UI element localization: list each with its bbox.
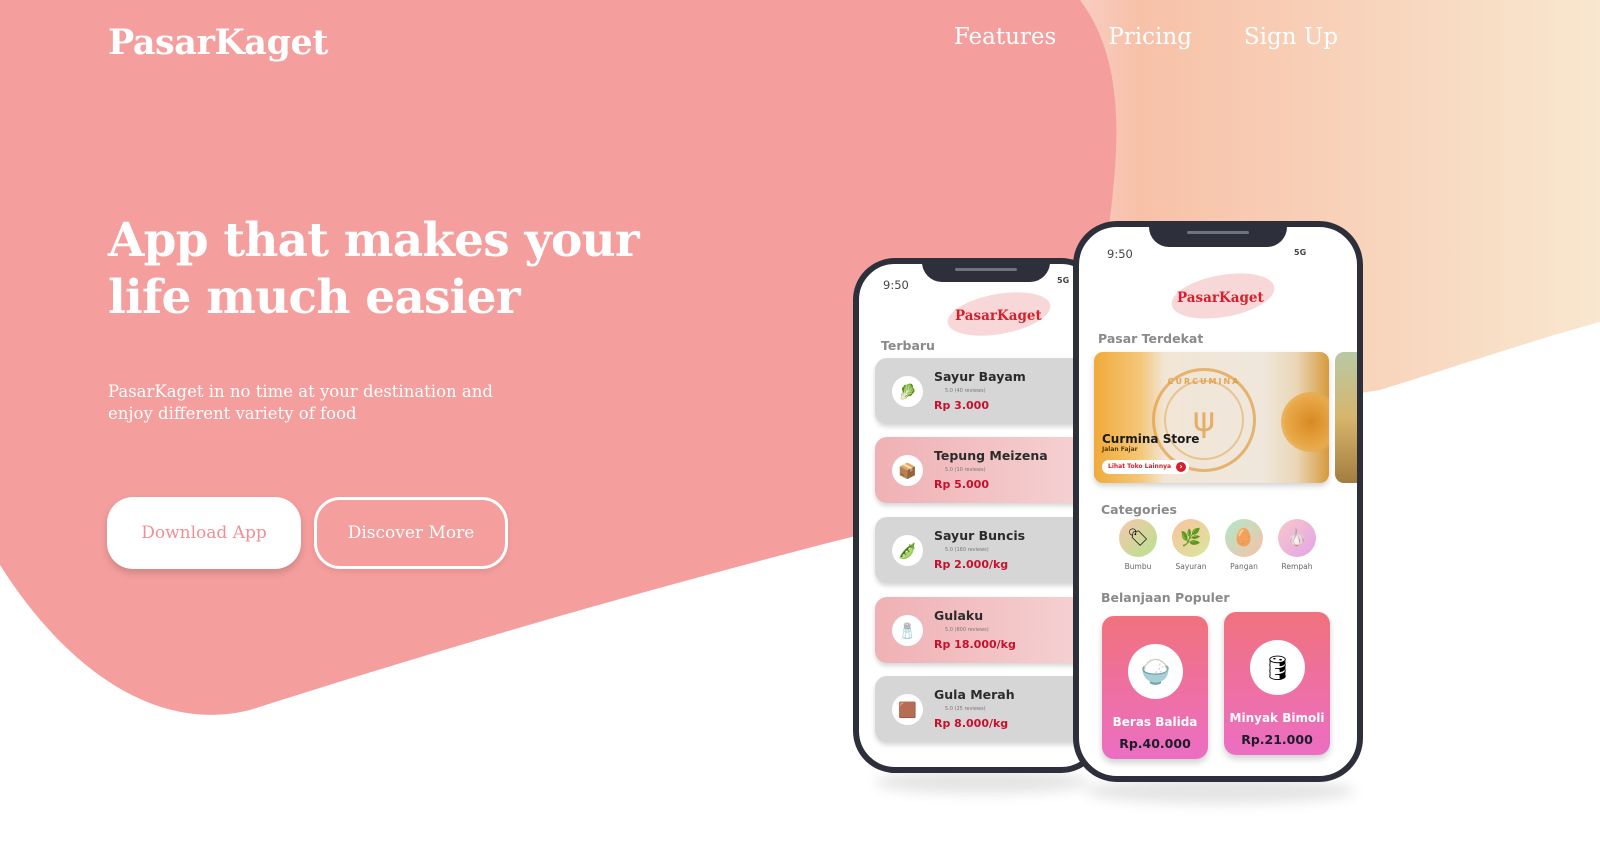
category-label: Rempah	[1281, 562, 1313, 571]
product-price: Rp 8.000/kg	[934, 717, 1009, 730]
product-card[interactable]: 📦 Tepung Meizena 5.0 (10 reviews) Rp 5.0…	[875, 437, 1097, 503]
product-card[interactable]: 🫛 Sayur Buncis 5.0 (160 reviews) Rp 2.00…	[875, 517, 1097, 583]
status-time: 9:50	[1107, 247, 1133, 261]
product-rating: 5.0 (800 reviews)	[945, 627, 989, 633]
nav-sign-up-link[interactable]: Sign Up	[1244, 24, 1338, 50]
signal-indicator: 5G	[1294, 248, 1307, 257]
product-name: Sayur Bayam	[934, 369, 1026, 384]
signal-indicator: 5G	[1057, 276, 1070, 285]
product-card[interactable]: 🧂 Gulaku 5.0 (800 reviews) Rp 18.000/kg	[875, 597, 1097, 663]
category-bumbu[interactable]: 🏷 Bumbu	[1119, 519, 1157, 571]
popular-product-price: Rp.40.000	[1119, 736, 1191, 751]
product-rating: 5.0 (10 reviews)	[945, 467, 986, 473]
phone-notch	[1149, 227, 1287, 247]
category-rempah[interactable]: 🧄 Rempah	[1278, 519, 1316, 571]
sugar-pack-icon: 🧂	[892, 615, 923, 646]
nav-pricing-link[interactable]: Pricing	[1108, 24, 1192, 50]
app-logo: PasarKaget	[1177, 290, 1264, 306]
discover-more-button[interactable]: Discover More	[314, 497, 508, 569]
view-more-stores-label: Lihat Toko Lainnya	[1108, 463, 1172, 470]
hero-subtitle-line-2: enjoy different variety of food	[108, 404, 357, 423]
popular-product-card[interactable]: 🍚 Beras Balida Rp.40.000	[1102, 616, 1208, 759]
download-app-button[interactable]: Download App	[107, 497, 301, 569]
flour-pack-icon: 📦	[892, 455, 923, 486]
hero-subtitle: PasarKaget in no time at your destinatio…	[108, 381, 528, 425]
product-name: Tepung Meizena	[934, 448, 1048, 463]
hero-subtitle-line-1: PasarKaget in no time at your destinatio…	[108, 382, 493, 401]
product-card[interactable]: 🟫 Gula Merah 5.0 (25 reviews) Rp 8.000/k…	[875, 676, 1097, 742]
phone-notch	[922, 264, 1050, 282]
speaker-bar	[955, 268, 1017, 271]
store-emblem-icon: CURCUMINA ψ	[1152, 368, 1256, 472]
product-rating: 5.0 (160 reviews)	[945, 547, 989, 553]
popular-product-card[interactable]: 🛢 Minyak Bimoli Rp.21.000	[1224, 612, 1330, 755]
product-name: Gulaku	[934, 608, 984, 623]
category-pangan[interactable]: 🥚 Pangan	[1225, 519, 1263, 571]
emblem-ring	[1164, 380, 1244, 460]
rice-bag-icon: 🍚	[1128, 644, 1183, 699]
phone-mockup-right: 9:50 5G PasarKaget Pasar Terdekat CURCUM…	[1073, 221, 1363, 782]
product-rating: 5.0 (40 reviews)	[945, 388, 986, 394]
status-time: 9:50	[883, 278, 909, 292]
store-name: Curmina Store	[1102, 432, 1200, 446]
cooking-oil-icon: 🛢	[1250, 640, 1305, 695]
green-beans-icon: 🫛	[892, 535, 923, 566]
spice-tag-icon: 🏷	[1119, 519, 1157, 557]
category-label: Pangan	[1230, 562, 1258, 571]
category-label: Bumbu	[1124, 562, 1152, 571]
product-name: Gula Merah	[934, 687, 1015, 702]
product-price: Rp 3.000	[934, 399, 989, 412]
category-label: Sayuran	[1175, 562, 1207, 571]
spinach-icon: 🥬	[892, 376, 923, 407]
product-name: Sayur Buncis	[934, 528, 1026, 543]
hero-title: App that makes your life much easier	[108, 212, 668, 326]
next-store-card[interactable]	[1335, 352, 1357, 483]
store-address: Jalan Fajar	[1102, 446, 1138, 453]
hero-title-line-2: life much easier	[108, 270, 521, 325]
nav-features-link[interactable]: Features	[954, 24, 1057, 50]
phone-mockup-left: 9:50 5G PasarKaget Terbaru 🥬 Sayur Bayam…	[853, 258, 1103, 773]
section-title-belanjaan-populer: Belanjaan Populer	[1101, 590, 1230, 605]
speaker-bar	[1187, 231, 1249, 234]
popular-product-name: Minyak Bimoli	[1229, 711, 1325, 725]
egg-icon: 🥚	[1225, 519, 1263, 557]
popular-product-name: Beras Balida	[1112, 715, 1198, 729]
hero-title-line-1: App that makes your	[108, 213, 640, 268]
category-list: 🏷 Bumbu 🌿 Sayuran 🥚 Pangan 🧄 Rempah	[1119, 519, 1316, 571]
view-more-stores-link[interactable]: Lihat Toko Lainnya ›	[1102, 460, 1190, 474]
main-nav: Features Pricing Sign Up	[954, 24, 1338, 50]
product-price: Rp 2.000/kg	[934, 558, 1009, 571]
popular-product-price: Rp.21.000	[1241, 732, 1313, 747]
product-card[interactable]: 🥬 Sayur Bayam 5.0 (40 reviews) Rp 3.000	[875, 358, 1097, 424]
category-sayuran[interactable]: 🌿 Sayuran	[1172, 519, 1210, 571]
store-card[interactable]: CURCUMINA ψ Curmina Store Jalan Fajar Li…	[1094, 352, 1329, 483]
leaf-icon: 🌿	[1172, 519, 1210, 557]
palm-sugar-icon: 🟫	[892, 694, 923, 725]
app-logo: PasarKaget	[955, 308, 1042, 324]
phone-left-shadow	[875, 770, 1090, 794]
brand-logo[interactable]: PasarKaget	[108, 22, 328, 63]
product-rating: 5.0 (25 reviews)	[945, 706, 986, 712]
section-title-categories: Categories	[1101, 502, 1177, 517]
product-price: Rp 18.000/kg	[934, 638, 1016, 651]
garlic-icon: 🧄	[1278, 519, 1316, 557]
section-title-terbaru: Terbaru	[881, 338, 935, 353]
emblem-text: CURCUMINA	[1167, 377, 1241, 386]
product-price: Rp 5.000	[934, 478, 989, 491]
section-title-pasar-terdekat: Pasar Terdekat	[1098, 331, 1204, 346]
chevron-right-icon: ›	[1176, 462, 1187, 472]
turmeric-pile-icon	[1281, 392, 1329, 452]
